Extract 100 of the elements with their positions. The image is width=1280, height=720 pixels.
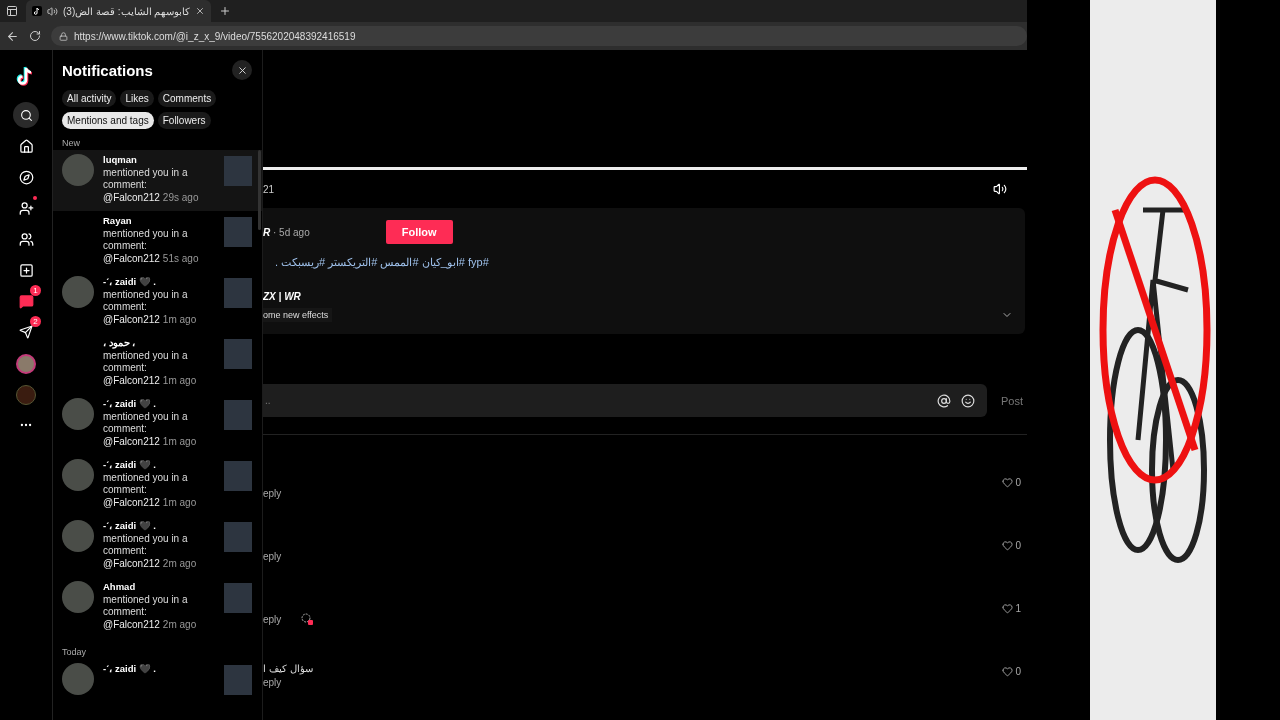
new-tab-button[interactable]: [219, 5, 232, 17]
filter-tab[interactable]: All activity: [62, 90, 117, 107]
avatar: [62, 459, 94, 491]
video-thumbnail[interactable]: [224, 156, 252, 186]
follow-button[interactable]: Follow: [385, 220, 453, 244]
mention: @Falcon212: [103, 191, 160, 204]
video-thumbnail[interactable]: [224, 665, 252, 695]
user-name: Ahmad: [103, 581, 137, 594]
mention: @Falcon212: [103, 618, 160, 631]
user-name: Rayan: [103, 215, 133, 228]
comment-input[interactable]: ..: [263, 384, 987, 417]
profile-avatar[interactable]: [16, 354, 36, 374]
search-button[interactable]: [13, 102, 39, 128]
reply-link[interactable]: eply: [263, 613, 282, 625]
close-button[interactable]: [232, 60, 252, 80]
emoji-icon[interactable]: [961, 393, 975, 408]
tab-panel-icon[interactable]: [6, 5, 18, 17]
close-icon[interactable]: [195, 6, 206, 16]
time-ago: 1m ago: [162, 374, 197, 387]
browser-tab[interactable]: (3)كابوسهم الشايب: قصة الض: [26, 0, 212, 22]
mention: @Falcon212: [103, 496, 160, 509]
notification-text: mentioned you in a comment:: [103, 288, 189, 314]
filter-tab[interactable]: Comments: [157, 90, 217, 107]
close-icon: [236, 64, 248, 76]
notification-text: mentioned you in a comment:: [103, 166, 189, 192]
avatar: [62, 581, 94, 613]
section-label: Today: [62, 647, 88, 657]
mention: @Falcon212: [103, 557, 160, 570]
send-icon: [19, 325, 33, 339]
notification-dot: [33, 196, 37, 200]
avatar: [62, 398, 94, 430]
video-thumbnail[interactable]: [224, 461, 252, 491]
reply-link[interactable]: eply: [263, 677, 282, 688]
speaker-icon[interactable]: [47, 5, 58, 17]
home-icon: [18, 138, 34, 154]
notification-text: mentioned you in a comment:: [103, 410, 189, 436]
post-button[interactable]: Post: [1001, 394, 1023, 407]
panel-title: Notifications: [62, 61, 153, 79]
mention: @Falcon212: [103, 435, 160, 448]
activity-button[interactable]: 1: [13, 288, 39, 314]
avatar: [62, 276, 94, 308]
user-name: -ˊ، zaidi 🖤 .: [103, 663, 157, 676]
notification-text: mentioned you in a comment:: [103, 227, 189, 253]
effect-label[interactable]: ome new effects: [263, 308, 333, 322]
avatar: [62, 154, 94, 186]
notification-item[interactable]: Ahmad mentioned you in a comment: @Falcon212 2m ago: [53, 577, 262, 638]
time-ago: 1m ago: [162, 313, 197, 326]
video-thumbnail[interactable]: [224, 400, 252, 430]
notification-text: mentioned you in a comment:: [103, 532, 189, 558]
address-field[interactable]: https://www.tiktok.com/@i_z_x_9/video/7556202048392416519: [51, 26, 1027, 46]
user-name: luqman: [103, 154, 138, 167]
volume-button[interactable]: [993, 182, 1007, 196]
search-icon: [19, 108, 33, 122]
user-name: -ˊ، zaidi 🖤 .: [103, 276, 157, 289]
video-thumbnail[interactable]: [224, 339, 252, 369]
time-ago: 51s ago: [162, 252, 199, 265]
plus-square-icon: [18, 262, 34, 278]
notification-item[interactable]: luqman mentioned you in a comment: @Falcon212 29s ago: [53, 150, 262, 211]
music-label: ZX | WR: [263, 291, 302, 302]
user-plus-icon: [18, 200, 34, 216]
mention: @Falcon212: [103, 252, 160, 265]
notification-text: mentioned you in a comment:: [103, 593, 189, 619]
mention: @Falcon212: [103, 374, 160, 387]
caption-hashtags[interactable]: #fyp #ابو_كيان #الممس #التريكستر #ريسبكت .: [275, 256, 489, 269]
count-badge: 2: [30, 316, 41, 327]
time-ago: 29s ago: [162, 191, 199, 204]
video-thumbnail[interactable]: [224, 522, 252, 552]
user-name: ، حمود ،: [103, 337, 137, 350]
author-info: R · 5d ago: [263, 226, 310, 238]
user-name: -ˊ، zaidi 🖤 .: [103, 459, 157, 472]
user-name: -ˊ، zaidi 🖤 .: [103, 398, 157, 411]
notification-text: mentioned you in a comment:: [103, 349, 189, 375]
notification-item[interactable]: Rayan mentioned you in a comment: @Falcon212 51s ago: [53, 211, 262, 272]
reply-link[interactable]: eply: [263, 488, 282, 499]
reply-link[interactable]: eply: [263, 551, 282, 562]
messages-button[interactable]: 2: [13, 319, 39, 345]
compass-icon: [18, 169, 34, 185]
mention: @Falcon212: [103, 313, 160, 326]
video-thumbnail[interactable]: [224, 217, 252, 247]
avatar: [62, 663, 94, 695]
count-badge: 1: [30, 285, 41, 296]
mention-icon[interactable]: [937, 393, 951, 408]
notification-text: mentioned you in a comment:: [103, 471, 189, 497]
filter-tab[interactable]: Followers: [157, 112, 211, 129]
time-ago: 2m ago: [162, 618, 197, 631]
reload-button[interactable]: [29, 30, 41, 42]
user-name: -ˊ، zaidi 🖤 .: [103, 520, 157, 533]
time-ago: 1m ago: [162, 435, 197, 448]
video-thumbnail[interactable]: [224, 278, 252, 308]
notification-item[interactable]: -ˊ، zaidi 🖤 .: [53, 659, 262, 720]
comment-text: سؤال كيف ا: [263, 663, 313, 674]
section-label: New: [62, 138, 81, 148]
users-icon: [18, 231, 34, 247]
message-icon: [18, 293, 34, 309]
avatar: [62, 520, 94, 552]
filter-tab[interactable]: Likes: [120, 90, 154, 107]
filter-tab[interactable]: Mentions and tags: [62, 112, 154, 129]
back-button[interactable]: [6, 29, 19, 43]
time-ago: 2m ago: [162, 557, 197, 570]
video-thumbnail[interactable]: [224, 583, 252, 613]
